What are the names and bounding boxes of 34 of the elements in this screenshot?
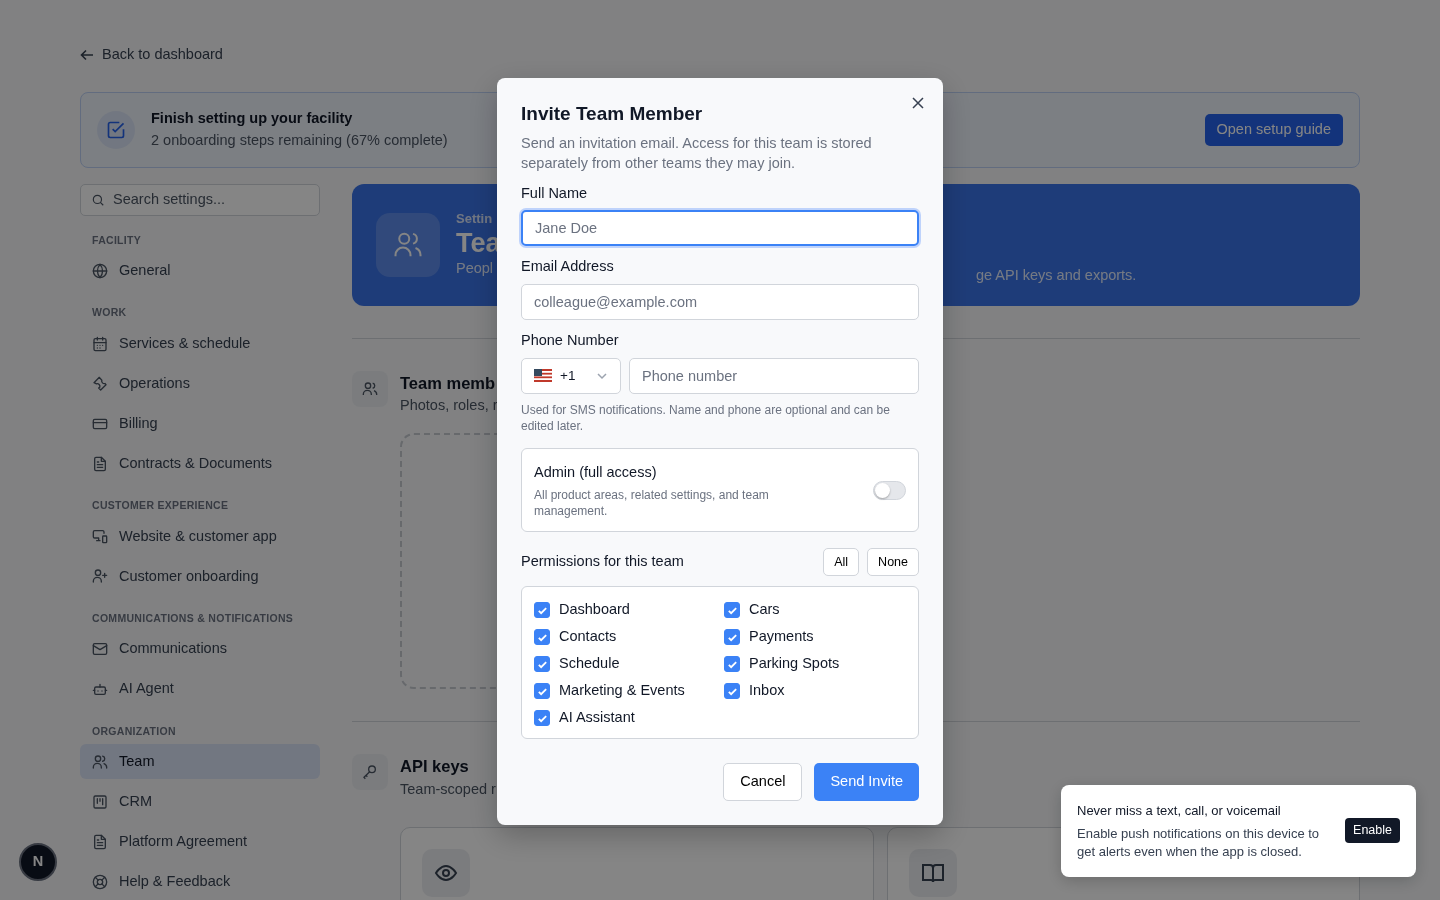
permission-label: Contacts (559, 627, 617, 647)
admin-description: All product areas, related settings, and team management. (534, 486, 770, 519)
section-heading: ORGANIZATION (92, 723, 177, 739)
permission-label: Inbox (749, 681, 785, 701)
toast-message: Enable push notifications on this device to get alerts even when the app is closed. (1077, 824, 1321, 861)
field-label: Phone Number (521, 331, 620, 350)
section-heading: WORK (92, 305, 128, 321)
toast-title: Never miss a text, call, or voicemail (1077, 802, 1282, 820)
field-label: Email Address (521, 257, 615, 277)
permission-label: Marketing & Events (559, 681, 685, 701)
section-heading: COMMUNICATIONS & NOTIFICATIONS (92, 610, 295, 626)
dialog-description: Send an invitation email. Access for this team is stored separately from other teams they may join. (521, 133, 873, 173)
hero-description: Peopl (456, 259, 495, 279)
banner-title: Finish setting up your facility (151, 108, 353, 128)
field-label: Full Name (521, 183, 589, 203)
admin-title: Admin (full access) (534, 462, 658, 482)
section-heading: CUSTOMER EXPERIENCE (92, 498, 230, 514)
permission-label: Cars (749, 600, 780, 620)
hero-eyebrow: Settin (456, 210, 494, 229)
permission-label: Parking Spots (749, 654, 840, 674)
section-title: Team memb (400, 372, 497, 394)
permission-label: Dashboard (559, 600, 630, 620)
field-hint: Used for SMS notifications. Name and phone are optional and can be edited later. (521, 401, 891, 434)
permission-label: Schedule (559, 654, 620, 674)
permission-label: Payments (749, 627, 814, 647)
permissions-title: Permissions for this team (521, 552, 685, 571)
section-subtitle: Team-scoped r (400, 779, 496, 799)
permission-label: AI Assistant (559, 708, 635, 728)
section-title: API keys (400, 756, 470, 778)
section-heading: FACILITY (92, 232, 143, 248)
banner-subtitle: 2 onboarding steps remaining (67% complete) (151, 130, 448, 150)
hero-description: ge API keys and exports. (976, 265, 1137, 285)
dialog-title: Invite Team Member (521, 102, 704, 126)
section-subtitle: Photos, roles, r (400, 396, 498, 416)
